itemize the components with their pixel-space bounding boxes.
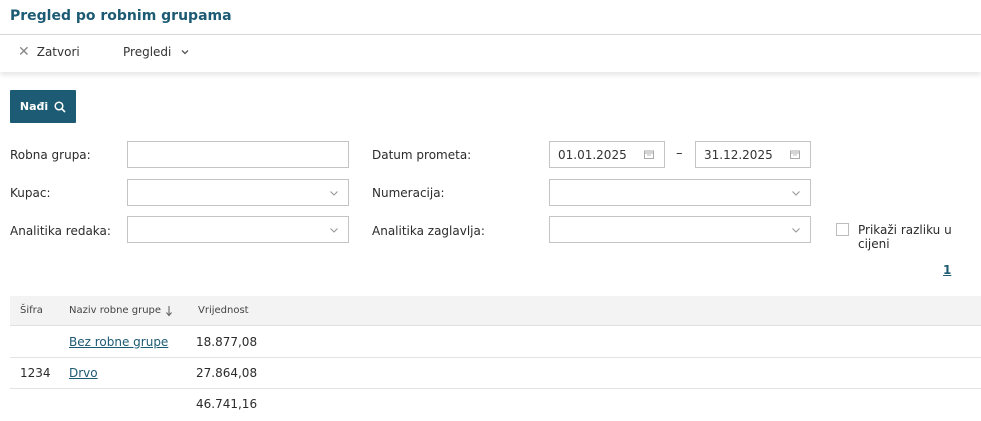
close-button[interactable]: ✕ Zatvori <box>18 45 80 59</box>
analitika-redaka-select[interactable] <box>127 216 349 243</box>
numeracija-select[interactable] <box>549 179 811 206</box>
row-naziv-link[interactable]: Drvo <box>69 366 98 380</box>
page-title: Pregled po robnim grupama <box>10 8 232 24</box>
analitika-zaglavlja-select[interactable] <box>549 216 811 243</box>
table-total: 46.741,16 <box>196 397 258 411</box>
column-header-sifra[interactable]: Šifra <box>20 305 43 316</box>
calendar-icon[interactable] <box>790 150 800 159</box>
date-to-value: 31.12.2025 <box>704 147 773 162</box>
row-vrijednost: 27.864,08 <box>196 366 258 380</box>
search-button-label: Nađi <box>19 100 49 113</box>
table-header: Šifra Naziv robne grupe Vrijednost <box>10 296 981 326</box>
search-button[interactable]: Nađi <box>10 90 76 123</box>
row-naziv-link[interactable]: Bez robne grupe <box>69 335 168 349</box>
prikazi-razliku-checkbox[interactable] <box>836 223 849 236</box>
date-range-separator: – <box>676 146 683 161</box>
chevron-down-icon <box>330 191 338 196</box>
chevron-down-icon <box>792 191 800 196</box>
column-header-vrijednost[interactable]: Vrijednost <box>198 305 249 316</box>
close-icon: ✕ <box>18 44 30 60</box>
robna-grupa-label: Robna grupa: <box>10 148 91 162</box>
kupac-label: Kupac: <box>10 186 51 200</box>
search-icon <box>54 100 66 113</box>
kupac-select[interactable] <box>127 179 349 206</box>
table-row: Bez robne grupe 18.877,08 <box>10 327 981 358</box>
analitika-redaka-label: Analitika redaka: <box>10 224 111 238</box>
calendar-icon[interactable] <box>644 150 654 159</box>
sort-descending-icon[interactable] <box>165 305 173 317</box>
page-link-1[interactable]: 1 <box>943 263 951 277</box>
views-dropdown[interactable]: Pregledi <box>123 45 190 59</box>
table-row: 1234 Drvo 27.864,08 <box>10 358 981 389</box>
analitika-zaglavlja-label: Analitika zaglavlja: <box>372 224 485 238</box>
row-vrijednost: 18.877,08 <box>196 335 258 349</box>
chevron-down-icon <box>792 228 800 233</box>
numeracija-label: Numeracija: <box>372 186 445 200</box>
date-to-input[interactable]: 31.12.2025 <box>695 141 811 168</box>
robna-grupa-input[interactable] <box>127 141 349 168</box>
prikazi-razliku-label[interactable]: Prikaži razliku u cijeni <box>858 223 981 251</box>
date-from-value: 01.01.2025 <box>558 147 627 162</box>
datum-prometa-label: Datum prometa: <box>372 148 472 162</box>
toolbar: ✕ Zatvori Pregledi <box>0 35 981 72</box>
date-from-input[interactable]: 01.01.2025 <box>549 141 665 168</box>
chevron-down-icon <box>181 50 189 55</box>
chevron-down-icon <box>330 228 338 233</box>
row-sifra: 1234 <box>20 366 51 380</box>
close-label: Zatvori <box>36 45 80 59</box>
views-label: Pregledi <box>123 45 172 59</box>
column-header-naziv[interactable]: Naziv robne grupe <box>69 305 161 316</box>
